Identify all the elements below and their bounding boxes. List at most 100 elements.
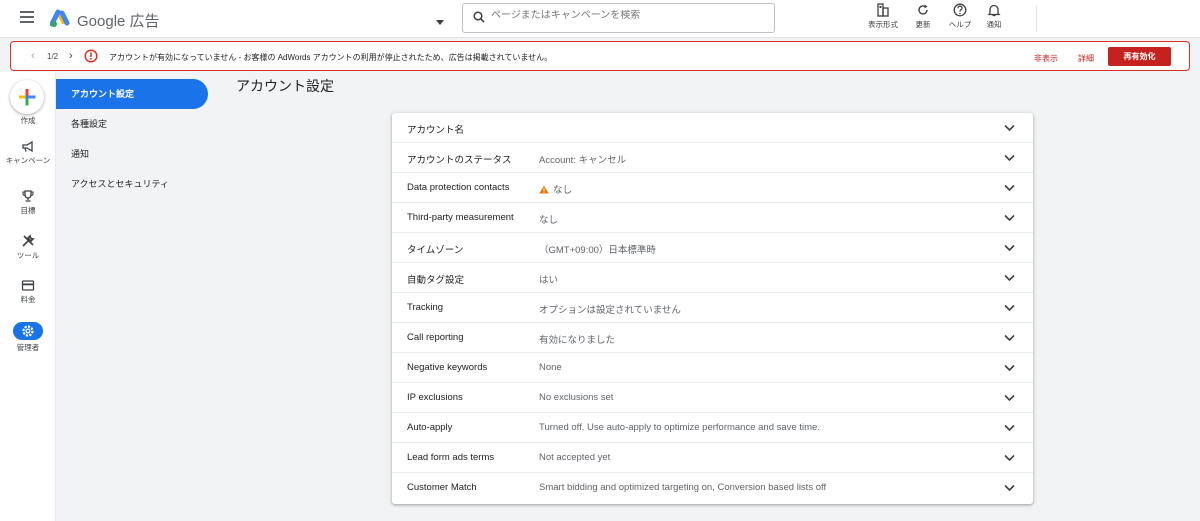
row-value: はい	[539, 275, 559, 286]
alert-message: アカウントが有効になっていません - お客様の AdWords アカウントの利用…	[109, 53, 553, 62]
rail-item-billing[interactable]: 料金	[0, 279, 56, 305]
row-label: Lead form ads terms	[407, 452, 495, 463]
admin-subnav: アカウント設定 各種設定 通知 アクセスとセキュリティ	[56, 72, 216, 521]
rail-billing-label: 料金	[20, 295, 36, 304]
settings-row-auto-tagging[interactable]: 自動タグ設定 はい	[392, 263, 1033, 293]
chevron-down-icon[interactable]	[1004, 124, 1015, 132]
help-label: ヘルプ	[948, 20, 972, 29]
megaphone-icon	[22, 140, 33, 153]
row-value: Account: キャンセル	[539, 155, 627, 166]
subnav-item-account-settings[interactable]: アカウント設定	[56, 79, 208, 109]
create-button[interactable]	[10, 80, 44, 114]
chevron-down-icon[interactable]	[1004, 424, 1015, 432]
settings-row-third-party-measurement[interactable]: Third-party measurement なし	[392, 203, 1033, 233]
hamburger-menu-icon[interactable]	[20, 11, 34, 25]
gear-icon	[22, 325, 34, 337]
refresh-button[interactable]: 更新	[903, 3, 943, 30]
account-dropdown-icon[interactable]	[436, 20, 444, 25]
refresh-icon	[918, 4, 928, 15]
header-divider	[1036, 6, 1037, 32]
rail-item-create[interactable]: 作成	[0, 115, 56, 126]
settings-row-data-protection-contacts[interactable]: Data protection contacts なし	[392, 173, 1033, 203]
row-value: No exclusions set	[539, 392, 614, 403]
row-value-with-warning: なし	[539, 182, 572, 196]
account-suspended-alert: ‹ 1/2 › アカウントが有効になっていません - お客様の AdWords …	[10, 41, 1190, 71]
chevron-down-icon[interactable]	[1004, 214, 1015, 222]
rail-item-admin[interactable]: 管理者	[0, 322, 56, 353]
view-format-button[interactable]: 表示形式	[863, 3, 903, 30]
chevron-down-icon[interactable]	[1004, 334, 1015, 342]
settings-row-time-zone[interactable]: タイムゾーン （GMT+09:00）日本標準時	[392, 233, 1033, 263]
row-label: IP exclusions	[407, 392, 463, 403]
row-value: None	[539, 362, 562, 373]
row-label: Data protection contacts	[407, 182, 510, 193]
rail-admin-label: 管理者	[16, 343, 40, 352]
dismiss-alert-link[interactable]: 非表示	[1034, 53, 1058, 64]
next-alert-icon[interactable]: ›	[69, 50, 73, 62]
rail-campaigns-label: キャンペーン	[5, 156, 51, 165]
rail-item-tools[interactable]: ツール	[0, 234, 56, 261]
credit-card-icon	[21, 280, 35, 291]
subnav-item-notifications[interactable]: 通知	[56, 139, 208, 169]
bell-icon	[987, 4, 1001, 17]
row-label: Call reporting	[407, 332, 464, 343]
row-value: Turned off. Use auto-apply to optimize p…	[539, 422, 820, 433]
view-format-label: 表示形式	[868, 20, 898, 29]
rail-item-goals[interactable]: 目標	[0, 189, 56, 216]
notifications-label: 通知	[986, 20, 1002, 29]
row-value: 有効になりました	[539, 335, 616, 346]
row-label: アカウント名	[407, 125, 465, 136]
chevron-down-icon[interactable]	[1004, 154, 1015, 162]
chevron-down-icon[interactable]	[1004, 244, 1015, 252]
notifications-button[interactable]: 通知	[974, 3, 1014, 30]
rail-goals-label: 目標	[20, 206, 36, 215]
search-icon	[473, 11, 485, 23]
error-icon	[84, 49, 98, 63]
top-header: Google 広告 表示形式 更新 ヘルプ	[0, 0, 1200, 38]
alert-details-link[interactable]: 詳細	[1078, 53, 1094, 64]
search-box[interactable]	[462, 3, 775, 33]
left-rail: 作成 キャンペーン 目標 ツール 料金 管理者	[0, 72, 56, 521]
chevron-down-icon[interactable]	[1004, 394, 1015, 402]
search-input[interactable]	[491, 10, 761, 21]
tools-icon	[22, 234, 35, 247]
row-value: Smart bidding and optimized targeting on…	[539, 482, 827, 493]
settings-row-customer-match[interactable]: Customer Match Smart bidding and optimiz…	[392, 473, 1033, 503]
chevron-down-icon[interactable]	[1004, 454, 1015, 462]
chevron-down-icon[interactable]	[1004, 184, 1015, 192]
row-label: Customer Match	[407, 482, 477, 493]
reactivate-button[interactable]: 再有効化	[1108, 47, 1171, 66]
subnav-item-preferences[interactable]: 各種設定	[56, 109, 208, 139]
subnav-item-access-security[interactable]: アクセスとセキュリティ	[56, 169, 208, 199]
rail-tools-label: ツール	[16, 251, 40, 260]
help-icon	[953, 3, 967, 17]
settings-row-negative-keywords[interactable]: Negative keywords None	[392, 353, 1033, 383]
row-value: （GMT+09:00）日本標準時	[539, 245, 656, 256]
rail-create-label: 作成	[20, 116, 36, 125]
settings-row-auto-apply[interactable]: Auto-apply Turned off. Use auto-apply to…	[392, 413, 1033, 443]
settings-row-call-reporting[interactable]: Call reporting 有効になりました	[392, 323, 1033, 353]
settings-row-lead-form-ads-terms[interactable]: Lead form ads terms Not accepted yet	[392, 443, 1033, 473]
previous-alert-icon[interactable]: ‹	[31, 50, 35, 62]
row-label: タイムゾーン	[407, 245, 464, 256]
refresh-label: 更新	[915, 20, 931, 29]
row-label: Negative keywords	[407, 362, 488, 373]
alert-counter: 1/2	[47, 52, 59, 61]
chevron-down-icon[interactable]	[1004, 274, 1015, 282]
plus-icon	[19, 89, 36, 106]
row-label: Tracking	[407, 302, 444, 313]
chevron-down-icon[interactable]	[1004, 304, 1015, 312]
settings-row-account-name[interactable]: アカウント名	[392, 113, 1033, 143]
settings-row-tracking[interactable]: Tracking オプションは設定されていません	[392, 293, 1033, 323]
google-ads-logo-icon[interactable]	[50, 8, 70, 28]
chevron-down-icon[interactable]	[1004, 364, 1015, 372]
row-value: Not accepted yet	[539, 452, 611, 463]
rail-item-campaigns[interactable]: キャンペーン	[0, 140, 56, 166]
settings-row-ip-exclusions[interactable]: IP exclusions No exclusions set	[392, 383, 1033, 413]
row-label: Third-party measurement	[407, 212, 514, 223]
product-name: Google 広告	[77, 13, 160, 30]
settings-row-account-status[interactable]: アカウントのステータス Account: キャンセル	[392, 143, 1033, 173]
trophy-icon	[22, 190, 34, 202]
row-value: オプションは設定されていません	[539, 305, 681, 316]
chevron-down-icon[interactable]	[1004, 484, 1015, 492]
